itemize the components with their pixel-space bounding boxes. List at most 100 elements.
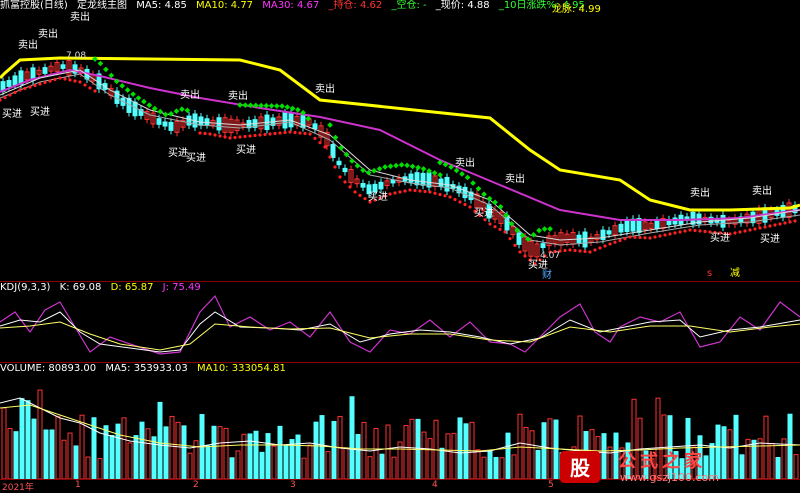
price-chart: 卖出卖出卖出卖出 卖出卖出卖出卖出卖出 卖出买进 买进买进买进买进买进买进买进买进 买进… <box>0 10 800 281</box>
resistance-dot <box>173 108 180 114</box>
resistance-dot <box>393 162 399 169</box>
support-dot <box>93 89 97 93</box>
support-dot <box>388 192 392 196</box>
axis-label-feb: 2 <box>193 480 199 490</box>
support-dot <box>618 238 622 243</box>
support-dot <box>28 85 32 89</box>
candlestick <box>198 112 204 130</box>
support-dot <box>0 98 2 102</box>
resistance-dot <box>237 102 243 108</box>
candlestick <box>720 211 726 232</box>
support-dot <box>488 222 492 226</box>
support-dot <box>703 229 707 234</box>
volume-bar <box>475 449 481 479</box>
support-dot <box>793 219 797 223</box>
resistance-dot <box>268 103 275 109</box>
volume-bar <box>145 428 151 479</box>
support-dot <box>63 77 67 81</box>
support-dot <box>8 93 12 97</box>
support-dot <box>678 230 682 234</box>
candlestick <box>336 157 342 169</box>
low-price-label: 4.07 <box>540 251 560 261</box>
volume-bar <box>175 421 181 479</box>
support-dot <box>608 242 612 246</box>
candlestick <box>150 109 156 128</box>
volume-bar <box>169 415 175 479</box>
volume-bar <box>37 389 43 479</box>
main-chart-panel[interactable]: 抓富控股(日线) 定龙线主图 MA5: 4.85 MA10: 4.77 MA30… <box>0 0 800 281</box>
support-dot <box>298 131 302 135</box>
support-dot <box>268 132 272 136</box>
buy-signal-label: 买进 <box>186 152 206 164</box>
resistance-dot <box>536 227 542 234</box>
support-dot <box>768 224 772 228</box>
support-dot <box>738 230 742 234</box>
volume-bar <box>187 452 193 479</box>
resistance-dot <box>486 195 493 202</box>
volume-bar <box>793 454 799 479</box>
candlestick <box>312 119 318 133</box>
resistance-dot <box>376 166 383 172</box>
candlestick <box>420 169 426 190</box>
volume-bar <box>541 422 547 479</box>
watermark: 股 公式之家 www.gszj100.com <box>558 449 794 485</box>
support-dot <box>623 237 627 241</box>
support-dot <box>693 228 697 233</box>
candlestick <box>204 114 210 129</box>
volume-bar <box>19 398 25 479</box>
support-dot <box>648 236 652 240</box>
volume-bar <box>445 433 451 479</box>
resistance-dot <box>547 226 553 232</box>
resistance-dot <box>349 158 355 164</box>
candlestick <box>738 212 744 227</box>
sell-signal-label: 卖出 <box>505 172 525 185</box>
candlestick <box>48 62 54 76</box>
support-dot <box>583 249 587 254</box>
volume-bar <box>127 442 133 479</box>
support-dot <box>43 80 47 85</box>
resistance-dot <box>382 164 388 170</box>
support-dot <box>683 229 687 233</box>
sell-signal-label: 卖出 <box>455 156 475 169</box>
support-dot <box>743 229 747 233</box>
volume-bar <box>265 433 271 479</box>
volume-bar <box>319 415 325 479</box>
support-dot <box>3 95 7 100</box>
volume-bar <box>493 456 499 479</box>
support-dot <box>358 193 362 197</box>
support-dot <box>393 191 397 195</box>
candlestick <box>558 228 564 250</box>
volume-bar <box>151 436 157 479</box>
support-dot <box>218 134 222 138</box>
support-dot <box>778 222 782 226</box>
support-dot <box>228 136 232 140</box>
support-dot <box>233 135 237 140</box>
support-dot <box>213 133 217 137</box>
volume-bar <box>253 430 259 479</box>
support-dot <box>38 82 42 86</box>
support-dot <box>673 231 677 235</box>
sell-signal-label: 卖出 <box>228 89 248 102</box>
resistance-dot <box>431 170 438 176</box>
support-dot <box>498 227 502 231</box>
support-dot <box>653 235 657 239</box>
resistance-dot <box>179 106 185 112</box>
support-dot <box>508 237 512 241</box>
resistance-dot <box>420 166 427 172</box>
kdj-d-line <box>0 321 800 351</box>
support-dot <box>328 155 332 159</box>
volume-bar <box>523 426 529 479</box>
volume-bar <box>439 447 445 479</box>
tag-s: s <box>707 268 712 279</box>
candlestick <box>684 212 690 225</box>
sell-signal-label: 卖出 <box>690 186 710 199</box>
buy-signal-label: 买进 <box>760 233 780 245</box>
volume-bar <box>211 425 217 479</box>
candlestick <box>438 175 444 191</box>
sell-signal-label: 卖出 <box>70 10 90 23</box>
kdj-panel[interactable]: KDJ(9,3,3) K: 69.08 D: 65.87 J: 75.49 <box>0 282 800 362</box>
support-dot <box>433 191 437 195</box>
support-dot <box>88 86 92 90</box>
support-dot <box>203 131 207 136</box>
watermark-logo: 股 公式之家 www.gszj100.com <box>560 450 719 484</box>
